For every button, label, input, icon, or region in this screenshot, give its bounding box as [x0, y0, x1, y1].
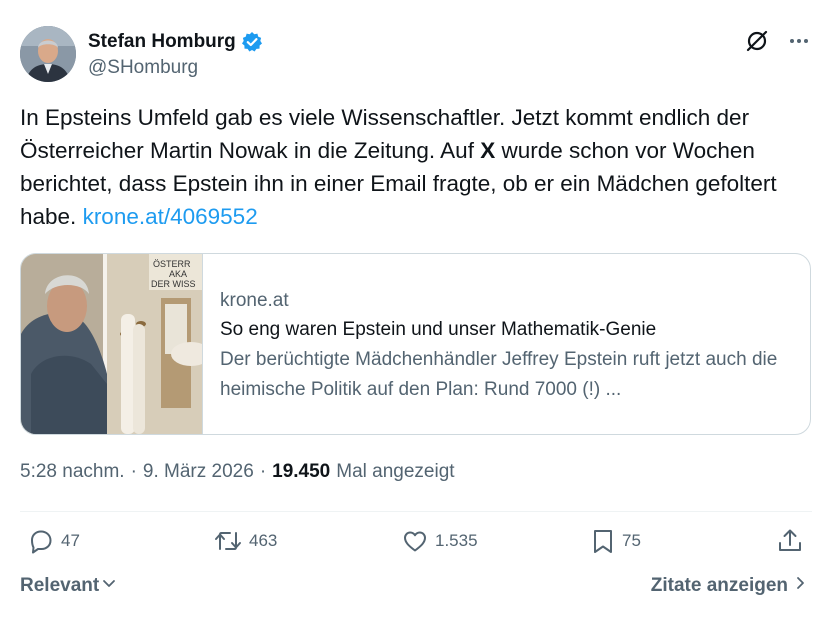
author-block: Stefan Homburg @SHomburg	[88, 29, 263, 79]
sort-dropdown[interactable]: Relevant	[20, 575, 117, 597]
tweet-link[interactable]: krone.at/4069552	[83, 204, 258, 229]
sort-label: Relevant	[20, 575, 100, 596]
tweet-time[interactable]: 5:28 nachm.	[20, 461, 125, 483]
grok-icon[interactable]	[744, 28, 770, 54]
card-thumbnail: ÖSTERR AKA DER WISS	[21, 254, 203, 434]
reply-icon	[27, 527, 55, 555]
tweet-text: In Epsteins Umfeld gab es viele Wissensc…	[20, 101, 812, 233]
retweet-count: 463	[249, 531, 278, 550]
view-quotes-link[interactable]: Zitate anzeigen	[651, 575, 806, 597]
like-button[interactable]: 1.535	[401, 527, 478, 555]
link-card[interactable]: ÖSTERR AKA DER WISS krone.at So eng ware…	[20, 253, 811, 435]
action-bar: 47 463 1.535 75	[20, 527, 812, 563]
card-domain: krone.at	[220, 290, 289, 311]
thumb-sign-line1: ÖSTERR	[153, 259, 191, 269]
verified-badge-icon[interactable]	[241, 31, 263, 53]
tweet-meta: 5:28 nachm. · 9. März 2026 · 19.450 Mal …	[20, 461, 455, 483]
top-actions	[744, 28, 812, 54]
divider	[20, 511, 812, 512]
thumb-sign-line2: AKA	[169, 269, 187, 279]
retweet-button[interactable]: 463	[213, 527, 277, 555]
replies-footer: Relevant Zitate anzeigen	[20, 575, 812, 605]
like-icon	[401, 527, 429, 555]
reply-button[interactable]: 47	[27, 527, 80, 555]
quotes-label: Zitate anzeigen	[650, 575, 788, 596]
views-label: Mal angezeigt	[336, 461, 455, 482]
like-count: 1.535	[435, 531, 478, 550]
retweet-icon	[213, 527, 243, 555]
share-button[interactable]	[776, 527, 804, 555]
author-name[interactable]: Stefan Homburg	[88, 31, 236, 53]
reply-count: 47	[61, 531, 80, 550]
bookmark-button[interactable]: 75	[590, 527, 641, 555]
more-icon[interactable]	[786, 28, 812, 54]
share-icon	[776, 527, 804, 555]
thumb-sign-line3: DER WISS	[151, 279, 196, 289]
meta-separator: ·	[259, 461, 267, 482]
chevron-right-icon	[794, 575, 806, 597]
chevron-down-icon	[101, 575, 117, 597]
card-body: krone.at So eng waren Epstein und unser …	[203, 254, 810, 434]
author-handle[interactable]: @SHomburg	[88, 57, 263, 79]
card-title: So eng waren Epstein und unser Mathemati…	[220, 319, 657, 340]
bookmark-icon	[590, 527, 616, 555]
bookmark-count: 75	[622, 531, 641, 550]
meta-separator: ·	[130, 461, 137, 482]
views-count[interactable]: 19.450	[272, 461, 330, 483]
tweet-date[interactable]: 9. März 2026	[143, 461, 254, 483]
tweet-text-bold: X	[480, 138, 496, 163]
tweet-header: Stefan Homburg @SHomburg	[20, 26, 812, 86]
avatar[interactable]	[20, 26, 76, 82]
card-description: Der berüchtigte Mädchenhändler Jeffrey E…	[220, 349, 778, 400]
